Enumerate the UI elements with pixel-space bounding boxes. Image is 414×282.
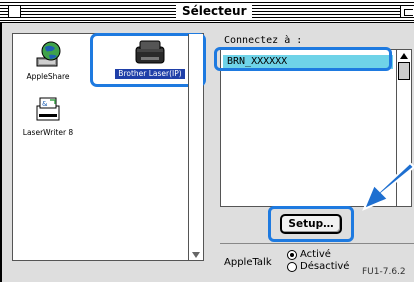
scroll-thumb[interactable] [398, 62, 410, 80]
driver-item-laserwriter[interactable]: & LaserWriter 8 [17, 96, 79, 138]
window-title: Sélecteur [176, 3, 253, 19]
chooser-window: Sélecteur AppleShare Brother Laser(IP) &… [0, 0, 414, 282]
radio-dot-icon [287, 250, 297, 260]
zoom-box-button[interactable] [400, 5, 414, 18]
scroll-down-arrow-icon[interactable] [192, 252, 200, 258]
close-box-button[interactable] [8, 5, 21, 18]
divider [220, 243, 414, 244]
appletalk-radio-group: Activé Désactivé [287, 249, 349, 273]
pointer-arrow-icon [362, 163, 414, 211]
driver-item-appleshare[interactable]: AppleShare [17, 40, 79, 82]
port-highlight-box [214, 47, 392, 71]
driver-label-laserwriter: LaserWriter 8 [22, 128, 74, 137]
figure-caption: FU1-7.6.2 [362, 267, 406, 277]
laserwriter-printer-icon: & [36, 97, 60, 121]
driver-label-appleshare: AppleShare [26, 72, 70, 81]
svg-text:&: & [42, 100, 48, 108]
driver-list-scrollbar[interactable] [188, 34, 203, 260]
driver-label-brother: Brother Laser(IP) [115, 69, 185, 79]
radio-active[interactable]: Activé [287, 249, 349, 261]
setup-button[interactable]: Setup… [280, 214, 342, 234]
radio-active-label: Activé [300, 249, 331, 260]
driver-list: AppleShare Brother Laser(IP) & LaserWrit… [12, 33, 206, 261]
appletalk-label: AppleTalk [224, 257, 272, 268]
radio-dot-icon [287, 262, 297, 272]
radio-inactive[interactable]: Désactivé [287, 261, 349, 273]
radio-inactive-label: Désactivé [300, 261, 350, 272]
scroll-up-arrow-icon[interactable] [400, 53, 408, 59]
appleshare-globe-icon [36, 41, 61, 67]
brother-printer-icon [135, 40, 165, 64]
window-content: AppleShare Brother Laser(IP) & LaserWrit… [0, 23, 414, 282]
title-bar[interactable]: Sélecteur [0, 0, 414, 23]
connect-to-label: Connectez à : [224, 35, 303, 46]
